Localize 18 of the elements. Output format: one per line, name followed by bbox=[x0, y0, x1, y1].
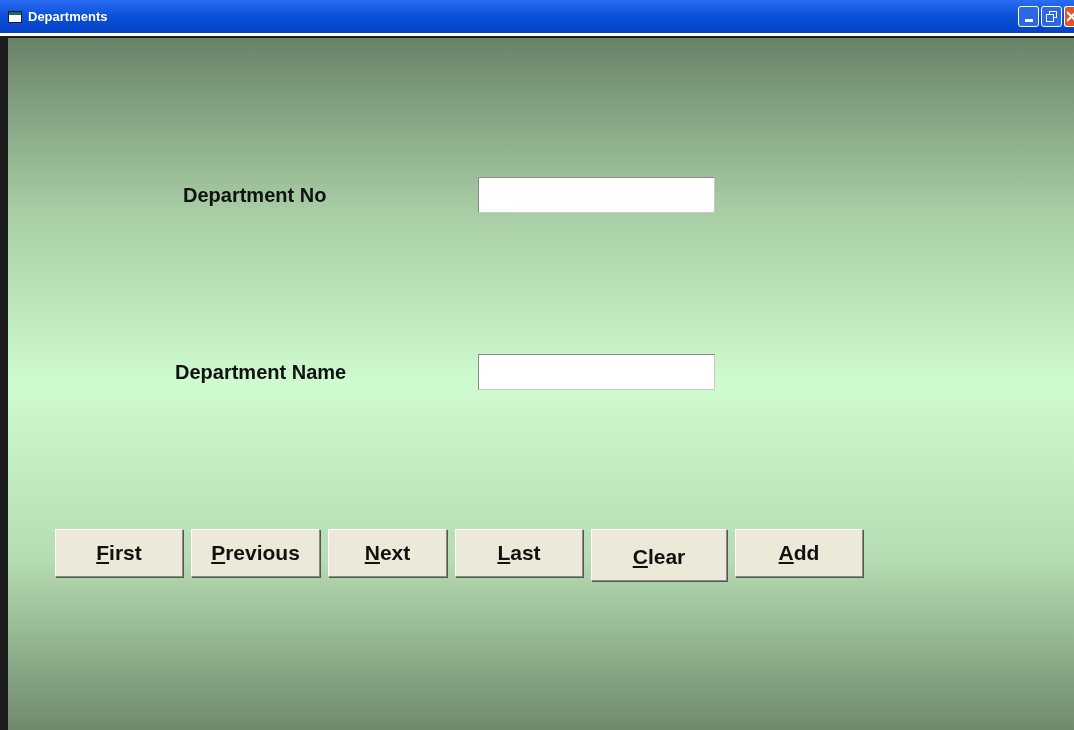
nav-button[interactable]: Previous bbox=[191, 529, 320, 577]
text-field[interactable] bbox=[478, 354, 715, 390]
window-title: Departments bbox=[28, 7, 108, 26]
nav-button[interactable]: First bbox=[55, 529, 183, 577]
field-label: Department Name bbox=[175, 360, 348, 385]
restore-button[interactable] bbox=[1041, 6, 1062, 27]
close-icon bbox=[1067, 11, 1074, 22]
nav-button[interactable]: Clear bbox=[591, 529, 727, 581]
restore-icon bbox=[1046, 11, 1057, 22]
minimize-icon bbox=[1024, 19, 1033, 22]
nav-button[interactable]: Add bbox=[735, 529, 863, 577]
close-button[interactable] bbox=[1064, 6, 1074, 27]
nav-button[interactable]: Next bbox=[328, 529, 447, 577]
minimize-button[interactable] bbox=[1018, 6, 1039, 27]
nav-button[interactable]: Last bbox=[455, 529, 583, 577]
window-icon bbox=[8, 10, 22, 23]
field-label: Department No bbox=[183, 183, 328, 208]
text-field[interactable] bbox=[478, 177, 715, 213]
